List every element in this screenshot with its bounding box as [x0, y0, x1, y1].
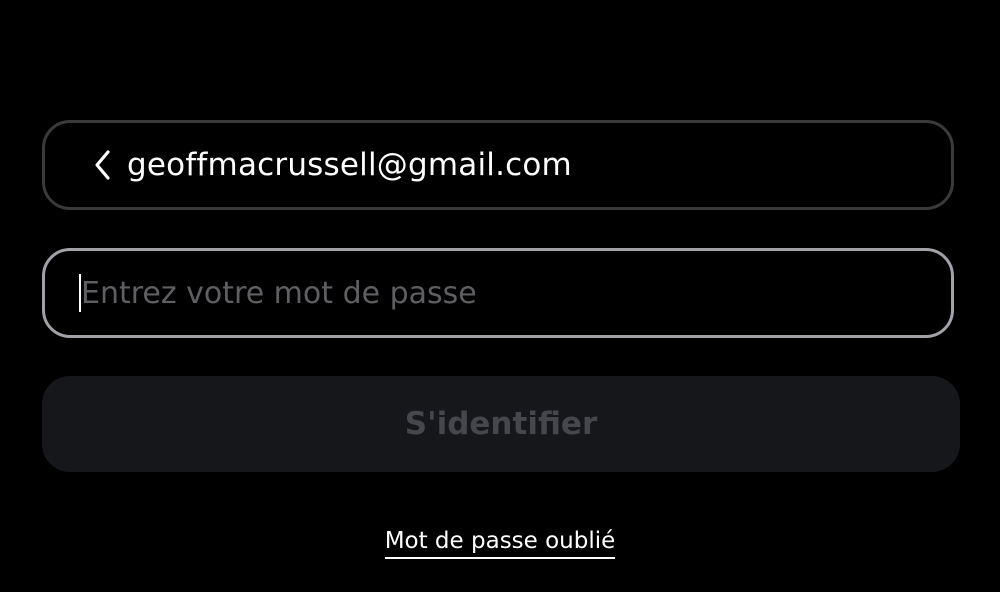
sign-in-button[interactable]: S'identifier — [42, 376, 960, 472]
password-field[interactable] — [42, 248, 954, 338]
chevron-left-icon[interactable] — [83, 145, 123, 185]
login-screen: geoffmacrussell@gmail.com S'identifier M… — [0, 0, 1000, 592]
forgot-password-container: Mot de passe oublié — [0, 528, 1000, 559]
forgot-password-link[interactable]: Mot de passe oublié — [384, 528, 616, 559]
email-back-field[interactable]: geoffmacrussell@gmail.com — [42, 120, 954, 210]
email-address: geoffmacrussell@gmail.com — [127, 147, 572, 183]
password-input[interactable] — [81, 275, 901, 311]
